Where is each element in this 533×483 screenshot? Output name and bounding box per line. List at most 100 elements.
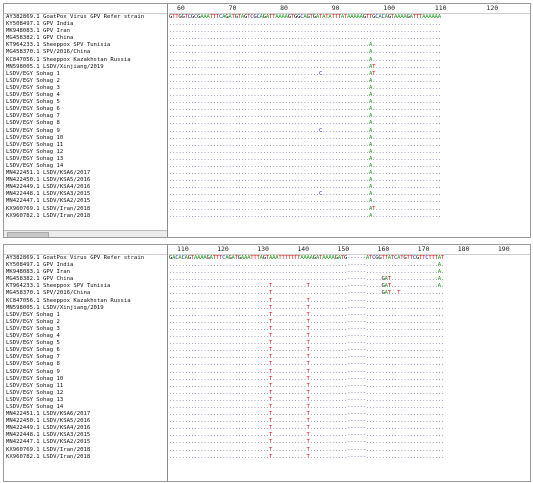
sequence-name[interactable]: MN422447.1 LSDV/KSA2/2015 xyxy=(4,198,167,205)
sequence-row: ................................T.......… xyxy=(169,396,444,403)
sequence-name[interactable]: MK948083.1 GPV Iran xyxy=(4,28,167,35)
sequence-name[interactable]: AY382869.1 GoatPox Virus GPV Refer strai… xyxy=(4,255,167,262)
ruler-tick-label: 140 xyxy=(297,245,310,253)
sequence-name[interactable]: AY382869.1 GoatPox Virus GPV Refer strai… xyxy=(4,14,167,21)
sequence-name[interactable]: MN422450.1 LSDV/KSA5/2016 xyxy=(4,418,167,425)
sequence-row: ........................................… xyxy=(169,134,441,141)
sequence-name[interactable]: MN422451.1 LSDV/KSA6/2017 xyxy=(4,411,167,418)
sequence-name[interactable]: MK948083.1 GPV Iran xyxy=(4,269,167,276)
sequence-name[interactable]: LSDV/EGY Sohag 13 xyxy=(4,156,167,163)
sequence-name[interactable]: LSDV/EGY Sohag 6 xyxy=(4,347,167,354)
sequence-name[interactable]: LSDV/EGY Sohag 4 xyxy=(4,92,167,99)
sequence-name[interactable]: MN598005.1 LSDV/Xinjiang/2019 xyxy=(4,305,167,312)
sequence-name[interactable]: MN422447.1 LSDV/KSA2/2015 xyxy=(4,439,167,446)
alignment-view: 110 120 130 140 150 160 170 180 190 GACACAGTAAAA… xyxy=(169,245,530,481)
sequence-name[interactable]: KT964233.1 Sheeppox SPV Tunisia xyxy=(4,283,167,290)
sequence-name[interactable]: LSDV/EGY Sohag 10 xyxy=(4,376,167,383)
sequence-name[interactable]: LSDV/EGY Sohag 12 xyxy=(4,390,167,397)
sequence-row: ........................................… xyxy=(169,162,441,169)
sequence-name[interactable]: MN422450.1 LSDV/KSA5/2016 xyxy=(4,177,167,184)
sequence-row: ........................................… xyxy=(169,127,441,134)
sequence-name[interactable]: LSDV/EGY Sohag 7 xyxy=(4,113,167,120)
ruler-tick-label: 190 xyxy=(497,245,510,253)
sequence-name[interactable]: LSDV/EGY Sohag 7 xyxy=(4,354,167,361)
sequence-name[interactable]: LSDV/EGY Sohag 9 xyxy=(4,369,167,376)
sequence-name[interactable]: KC847056.1 Sheeppox Kazakhstan Russia xyxy=(4,298,167,305)
sequence-name[interactable]: LSDV/EGY Sohag 13 xyxy=(4,397,167,404)
sequence-row: ................................T.......… xyxy=(169,411,444,418)
ruler-tick-label: 60 xyxy=(177,4,185,12)
ruler-tick-label: 180 xyxy=(457,245,470,253)
sequence-row: ........................................… xyxy=(169,269,444,276)
sequence-name[interactable]: KX960782.1 LSDV/Iran/2018 xyxy=(4,213,167,220)
sequence-name[interactable]: LSDV/EGY Sohag 9 xyxy=(4,128,167,135)
sequence-row: ........................................… xyxy=(169,84,441,91)
sequence-row: ................................T.......… xyxy=(169,425,444,432)
sequence-name[interactable]: LSDV/EGY Sohag 1 xyxy=(4,312,167,319)
sequence-row: ................................T.......… xyxy=(169,318,444,325)
sequence-name[interactable]: KX960769.1 LSDV/Iran/2018 xyxy=(4,206,167,213)
sequence-row: ................................T.......… xyxy=(169,375,444,382)
sequence-name[interactable]: MN422451.1 LSDV/KSA6/2017 xyxy=(4,170,167,177)
sequence-name[interactable]: LSDV/EGY Sohag 8 xyxy=(4,120,167,127)
sequence-name[interactable]: LSDV/EGY Sohag 3 xyxy=(4,85,167,92)
sequence-row: ........................................… xyxy=(169,28,441,35)
sequence-name[interactable]: LSDV/EGY Sohag 2 xyxy=(4,319,167,326)
sequence-row: ................................T.......… xyxy=(169,446,444,453)
sequence-row: ........................................… xyxy=(169,113,441,120)
sequence-name[interactable]: MG458382.1 GPV China xyxy=(4,276,167,283)
sequence-name[interactable]: KC847056.1 Sheeppox Kazakhstan Russia xyxy=(4,57,167,64)
sequence-name[interactable]: MN422448.1 LSDV/KSA3/2015 xyxy=(4,191,167,198)
sequence-name[interactable]: LSDV/EGY Sohag 14 xyxy=(4,404,167,411)
sequence-row: ........................................… xyxy=(169,92,441,99)
sequence-row: ........................................… xyxy=(169,198,441,205)
sequence-name[interactable]: LSDV/EGY Sohag 14 xyxy=(4,163,167,170)
ruler-tick-label: 120 xyxy=(217,245,229,253)
sequence-name[interactable]: MG458370.1 SPV/2016/China xyxy=(4,290,167,297)
sequence-name[interactable]: KY508497.1 GPV India xyxy=(4,262,167,269)
sequence-row: ........................................… xyxy=(169,77,441,84)
sequence-row: ................................T.......… xyxy=(169,354,444,361)
sequence-name[interactable]: LSDV/EGY Sohag 6 xyxy=(4,106,167,113)
sequence-name[interactable]: MN422449.1 LSDV/KSA4/2016 xyxy=(4,425,167,432)
sequence-row: ........................................… xyxy=(169,70,441,77)
sequence-name[interactable]: LSDV/EGY Sohag 2 xyxy=(4,78,167,85)
sequence-name[interactable]: MG458382.1 GPV China xyxy=(4,35,167,42)
sequence-name[interactable]: KX960769.1 LSDV/Iran/2018 xyxy=(4,447,167,454)
names-header-spacer xyxy=(4,4,167,14)
sequence-name[interactable]: KY508497.1 GPV India xyxy=(4,21,167,28)
ruler-tick-label: 110 xyxy=(177,245,189,253)
sequence-name[interactable]: LSDV/EGY Sohag 1 xyxy=(4,71,167,78)
alignment-panel-bottom: AY382869.1 GoatPox Virus GPV Refer strai… xyxy=(3,244,531,482)
sequence-name[interactable]: MN422449.1 LSDV/KSA4/2016 xyxy=(4,184,167,191)
position-ruler: 60 70 80 90 100 110 120 xyxy=(169,4,530,14)
sequence-row: ........................................… xyxy=(169,184,441,191)
sequence-row: ................................T.......… xyxy=(169,382,444,389)
names-header-spacer xyxy=(4,245,167,255)
sequence-row: ........................................… xyxy=(169,49,441,56)
sequence-name[interactable]: LSDV/EGY Sohag 12 xyxy=(4,149,167,156)
horizontal-scrollbar[interactable] xyxy=(4,230,167,237)
sequence-name[interactable]: LSDV/EGY Sohag 10 xyxy=(4,135,167,142)
ruler-tick-label: 170 xyxy=(417,245,430,253)
sequence-name[interactable]: MN598005.1 LSDV/Xinjiang/2019 xyxy=(4,64,167,71)
sequence-name[interactable]: LSDV/EGY Sohag 11 xyxy=(4,383,167,390)
sequence-row: ........................................… xyxy=(169,21,441,28)
sequence-name[interactable]: LSDV/EGY Sohag 8 xyxy=(4,361,167,368)
sequence-name[interactable]: LSDV/EGY Sohag 4 xyxy=(4,333,167,340)
sequence-row: ........................................… xyxy=(169,155,441,162)
sequence-row: ................................T.......… xyxy=(169,432,444,439)
sequence-name[interactable]: LSDV/EGY Sohag 5 xyxy=(4,340,167,347)
sequence-name[interactable]: KX960782.1 LSDV/Iran/2018 xyxy=(4,454,167,461)
sequence-name[interactable]: LSDV/EGY Sohag 5 xyxy=(4,99,167,106)
sequence-row: ........................................… xyxy=(169,106,441,113)
sequence-name[interactable]: LSDV/EGY Sohag 3 xyxy=(4,326,167,333)
sequence-name[interactable]: KT964233.1 Sheeppox SPV Tunisia xyxy=(4,42,167,49)
ruler-tick-label: 160 xyxy=(377,245,390,253)
sequence-row: ................................T.......… xyxy=(169,325,444,332)
sequence-name[interactable]: MG458370.1 SPV/2016/China xyxy=(4,49,167,56)
sequence-name[interactable]: LSDV/EGY Sohag 11 xyxy=(4,142,167,149)
sequence-name[interactable]: MN422448.1 LSDV/KSA3/2015 xyxy=(4,432,167,439)
sequence-row: ................................T.......… xyxy=(169,403,444,410)
sequence-row: ........................................… xyxy=(169,63,441,70)
